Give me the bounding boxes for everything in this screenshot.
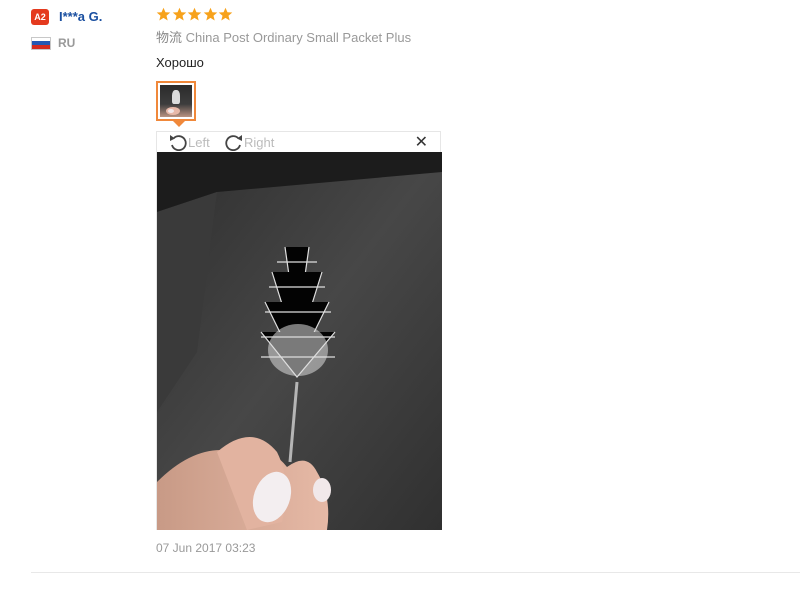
review-photo-thumbnail[interactable] — [156, 81, 196, 121]
thumbnail-image — [160, 85, 192, 117]
reviewer-row: A2 I***a G. — [31, 8, 102, 25]
review-body: 物流 China Post Ordinary Small Packet Plus… — [156, 7, 756, 71]
review-photo — [157, 152, 442, 530]
rotate-right-button[interactable]: Right — [224, 133, 274, 151]
reviewer-name[interactable]: I***a G. — [59, 9, 102, 24]
rotate-left-label: Left — [188, 134, 210, 150]
divider — [31, 572, 800, 573]
star-icon — [156, 7, 171, 21]
member-level-badge: A2 — [31, 8, 49, 25]
shipping-method: China Post Ordinary Small Packet Plus — [185, 30, 412, 45]
star-icon — [218, 7, 233, 21]
shipping-label: 物流 — [156, 30, 183, 45]
rotate-right-icon — [225, 135, 242, 151]
shipping-info: 物流 China Post Ordinary Small Packet Plus — [156, 30, 756, 46]
rotate-left-icon — [170, 135, 187, 151]
review-text: Хорошо — [156, 55, 204, 70]
review-date: 07 Jun 2017 03:23 — [156, 541, 256, 555]
country-code: RU — [58, 36, 76, 50]
russia-flag-icon — [31, 36, 51, 50]
reviewer-country: RU — [31, 35, 102, 51]
star-icon — [203, 7, 217, 21]
rotate-left-button[interactable]: Left — [168, 133, 210, 151]
reviewer-info: A2 I***a G. RU — [31, 8, 102, 51]
viewer-toolbar: Left Right ✕ — [157, 132, 440, 152]
image-viewer: Left Right ✕ — [156, 131, 442, 530]
rotate-right-label: Right — [244, 134, 275, 150]
thumbnail-pointer — [173, 121, 185, 127]
star-icon — [172, 7, 186, 21]
star-icon — [187, 7, 202, 21]
close-icon[interactable]: ✕ — [415, 135, 428, 151]
star-rating — [156, 7, 756, 23]
